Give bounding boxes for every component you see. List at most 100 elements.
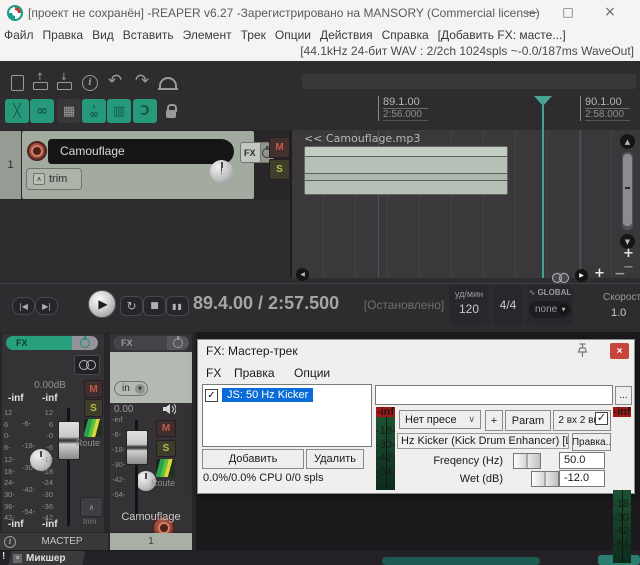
menu-edit[interactable]: Правка (43, 28, 84, 42)
track-solo-button[interactable]: S (269, 159, 290, 180)
menu-last-action[interactable]: [Добавить FX: масте...] (438, 28, 566, 42)
lock-button[interactable] (159, 99, 183, 123)
maximize-button[interactable]: □ (554, 2, 582, 23)
fx-active-checkbox[interactable]: ✓ (595, 412, 608, 425)
go-to-start-button[interactable]: |◀ (12, 297, 35, 315)
track1-solo-button[interactable]: S (156, 440, 176, 457)
snap-button[interactable]: Ɔ (133, 99, 157, 123)
track1-mute-button[interactable]: M (156, 420, 176, 437)
vertical-scrollbar-thumb[interactable] (623, 154, 632, 226)
menu-track[interactable]: Трек (241, 28, 266, 42)
master-name-bar[interactable]: i МАСТЕР (0, 533, 108, 550)
menu-file[interactable]: Файл (4, 28, 34, 42)
track-name[interactable]: Camouflage (48, 139, 234, 164)
zoom-in-horizontal-button[interactable]: + (594, 266, 605, 281)
track-mute-button[interactable]: M (269, 137, 290, 158)
remove-fx-button[interactable]: Удалить (306, 449, 364, 469)
wet-value[interactable]: -12.0 (559, 470, 605, 487)
envelope-link-button[interactable]: ∞ (30, 99, 54, 123)
wet-slider[interactable] (531, 471, 559, 487)
master-solo-button[interactable]: S (84, 399, 103, 417)
frequency-slider[interactable] (513, 453, 541, 469)
grouping-button[interactable]: ▦ (57, 99, 81, 123)
master-route-button[interactable] (84, 419, 102, 437)
track-volume-knob[interactable]: ! (210, 160, 233, 183)
global-automation-box[interactable]: ∿ GLOBAL none ▼ (527, 285, 573, 325)
master-fx-bypass[interactable] (72, 336, 98, 350)
add-fx-button[interactable]: Добавить (202, 449, 304, 469)
fx-menu-edit[interactable]: Правка (234, 366, 275, 380)
preset-dropdown[interactable]: Нет пресе ∨ (399, 410, 481, 429)
scroll-up-button[interactable]: ▲ (620, 134, 635, 149)
master-mono-button[interactable] (74, 355, 100, 375)
new-project-button[interactable] (6, 72, 28, 94)
master-trim-button[interactable]: ∧ (80, 497, 103, 517)
track1-fader[interactable] (126, 430, 148, 465)
record-arm-button[interactable] (27, 141, 47, 161)
zoom-in-vertical-button[interactable]: + (621, 246, 636, 261)
frequency-value[interactable]: 50.0 (559, 452, 605, 469)
menu-help[interactable]: Справка (382, 28, 429, 42)
undo-button[interactable]: ↶ (104, 70, 126, 92)
scroll-right-button[interactable]: ▶ (575, 269, 588, 282)
close-button[interactable]: × (596, 2, 624, 23)
pause-button[interactable]: ▮▮ (166, 296, 189, 316)
track1-route-button[interactable] (156, 459, 175, 477)
master-fx-button[interactable]: FX (6, 336, 98, 350)
media-item[interactable] (304, 146, 508, 195)
menu-actions[interactable]: Действия (320, 28, 373, 42)
menu-insert[interactable]: Вставить (123, 28, 174, 42)
play-button[interactable]: ▶ (88, 290, 116, 318)
item-group-button[interactable]: ∧ ∞ (82, 99, 106, 123)
fx-chain-list[interactable]: ✓ JS: 50 Hz Kicker (202, 384, 372, 447)
metronome-button[interactable] (157, 72, 179, 94)
ruler-marker[interactable]: 90.1.00 2:58.000 (580, 96, 630, 121)
track1-input-button[interactable]: in ▼ (114, 381, 148, 396)
plugin-edit-button[interactable]: Правка.. (572, 433, 611, 451)
grid-lines-button[interactable]: ▥ (107, 99, 131, 123)
open-project-button[interactable]: ↓ (53, 72, 75, 94)
transport-time-display[interactable]: 89.4.00 / 2:57.500 (193, 293, 339, 314)
browse-button[interactable]: ... (615, 386, 632, 405)
bpm-value[interactable]: 120 (449, 302, 489, 316)
fx-enabled-checkbox[interactable]: ✓ (205, 389, 218, 402)
menu-view[interactable]: Вид (92, 28, 114, 42)
menu-options[interactable]: Опции (275, 28, 311, 42)
plugin-panel: -inf -18- -30- -42- -54- -inf -18- -30- … (375, 406, 632, 491)
bpm-box[interactable]: уд/мин 120 (449, 285, 489, 325)
track1-name[interactable]: Camouflage (110, 511, 192, 523)
auto-crossfade-button[interactable]: ╳ (5, 99, 29, 123)
fx-menu-fx[interactable]: FX (206, 366, 221, 380)
ruler-marker[interactable]: 89.1.00 2:56.000 (378, 96, 428, 121)
save-preset-button[interactable]: + (485, 410, 503, 431)
zoom-out-horizontal-button[interactable]: − (614, 266, 626, 282)
track1-number-bar[interactable]: 1 (110, 533, 192, 550)
master-mute-button[interactable]: M (84, 380, 103, 398)
fx-menu-options[interactable]: Опции (294, 366, 330, 380)
playrate-value[interactable]: 1.0 (611, 307, 626, 319)
menu-item[interactable]: Элемент (183, 28, 232, 42)
track1-fx-button[interactable]: FX (113, 336, 189, 350)
track-layout-button[interactable] (552, 272, 569, 283)
param-button[interactable]: Param (505, 410, 551, 431)
speaker-icon[interactable] (162, 403, 176, 415)
go-to-end-button[interactable]: ▶| (35, 297, 58, 315)
global-automation-dropdown[interactable]: none ▼ (529, 301, 571, 318)
fx-window-close-button[interactable]: × (610, 343, 629, 359)
scroll-left-button[interactable]: ◀ (296, 268, 309, 281)
project-settings-button[interactable]: i (79, 72, 101, 94)
redo-button[interactable]: ↷ (131, 70, 153, 92)
pin-icon[interactable] (576, 343, 589, 358)
repeat-button[interactable]: ↻ (120, 296, 143, 316)
save-project-button[interactable]: ↑ (29, 72, 51, 94)
fx-plugin-name[interactable]: JS: 50 Hz Kicker (222, 388, 313, 402)
fx-chain-item[interactable]: ✓ JS: 50 Hz Kicker (203, 385, 371, 405)
tab-close-icon[interactable]: × (13, 554, 22, 563)
track-envelope-button[interactable]: ∧ trim (26, 168, 82, 190)
track1-fx-bypass[interactable] (167, 336, 189, 350)
time-signature[interactable]: 4/4 (493, 285, 523, 325)
fx-comment-field[interactable] (375, 385, 613, 405)
stop-button[interactable]: ■ (143, 296, 166, 316)
minimize-button[interactable]: — (518, 2, 546, 23)
mixer-tab[interactable]: × Микшер (13, 551, 66, 565)
